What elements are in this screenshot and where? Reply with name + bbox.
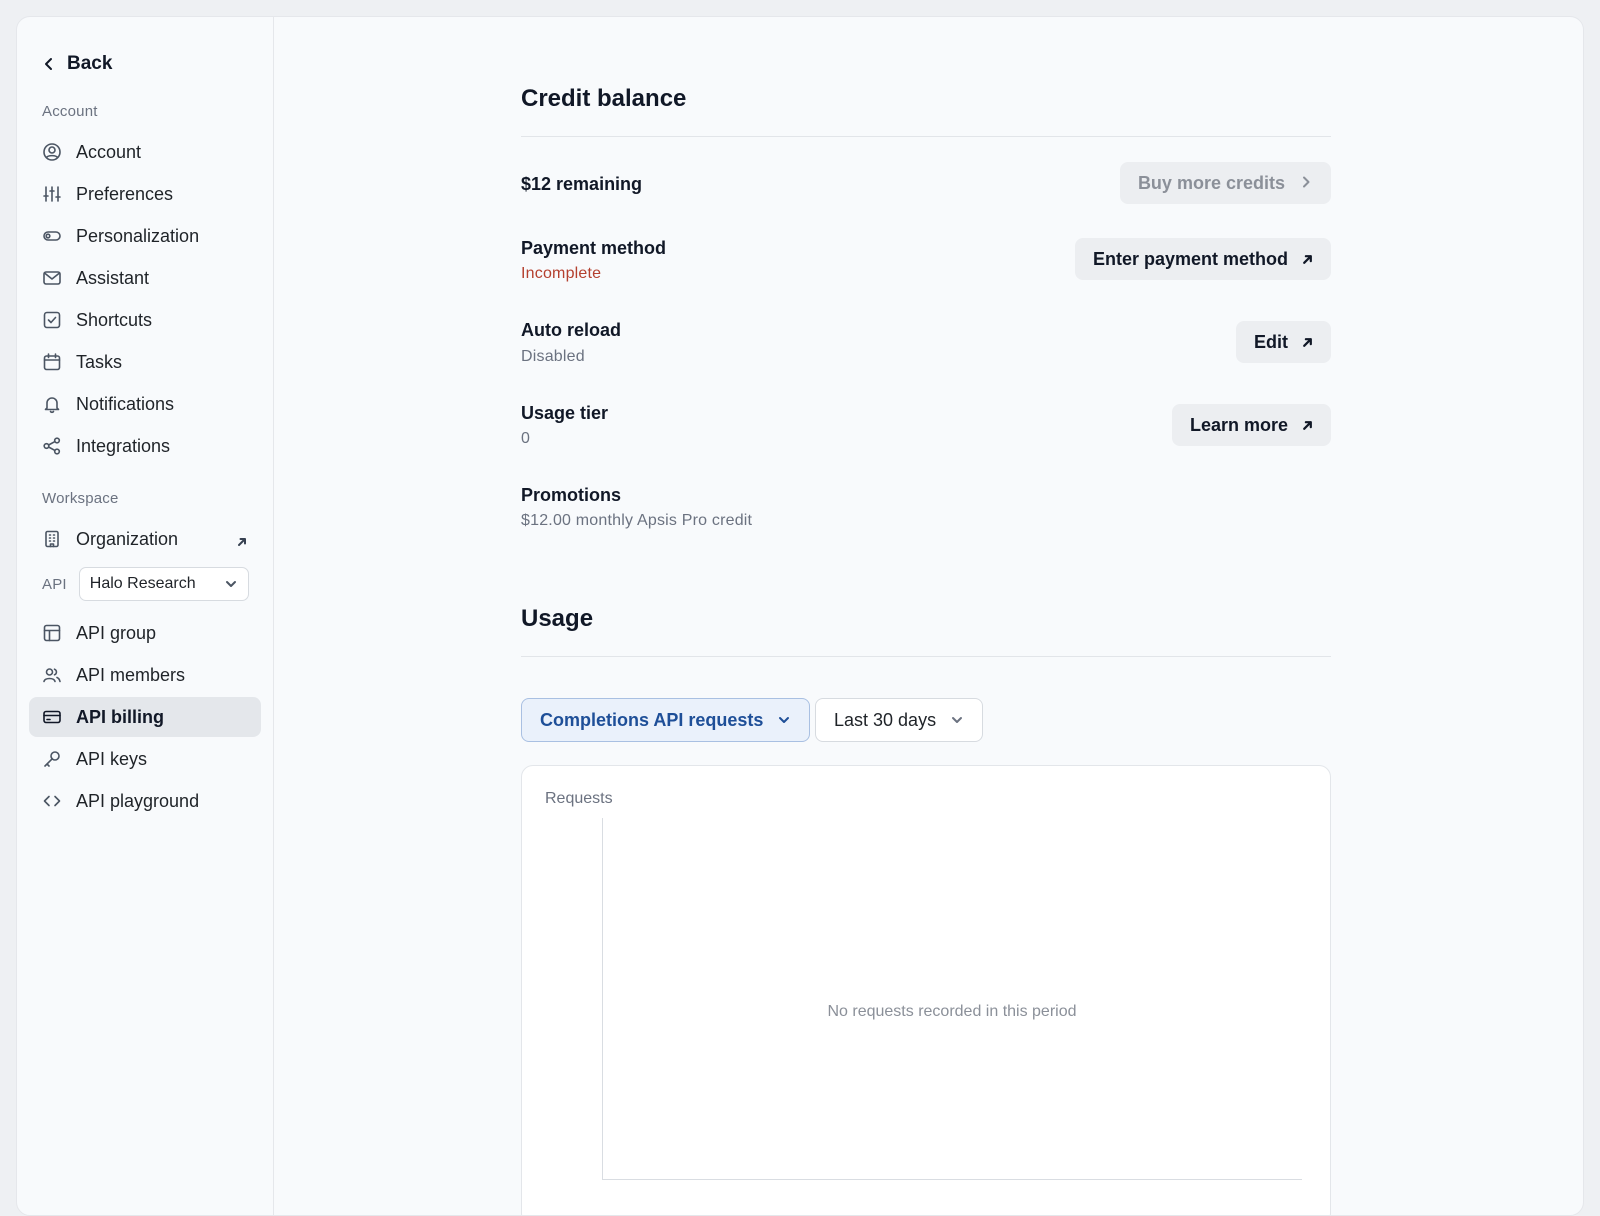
sidebar-item-label: Shortcuts xyxy=(76,309,153,330)
enter-payment-method-label: Enter payment method xyxy=(1092,248,1288,269)
learn-more-label: Learn more xyxy=(1189,414,1288,435)
main-content: Credit balance $12 remaining Buy more cr… xyxy=(274,17,1583,1215)
sliders-icon xyxy=(43,186,61,202)
user-circle-icon xyxy=(43,143,61,161)
sidebar-item-label: Preferences xyxy=(76,183,174,204)
external-link-icon xyxy=(1302,249,1313,270)
metric-dropdown[interactable]: Completions API requests xyxy=(521,698,811,742)
buy-credits-button[interactable]: Buy more credits xyxy=(1119,162,1331,204)
share-icon xyxy=(43,437,61,455)
checkbox-icon xyxy=(43,311,61,329)
sidebar-item-api-group[interactable]: API group xyxy=(29,613,261,653)
api-group-select[interactable]: Halo Research xyxy=(78,567,249,601)
section-label-workspace: Workspace xyxy=(42,490,119,507)
requests-chart: No requests recorded in this period xyxy=(602,818,1302,1180)
sidebar-item-api-billing[interactable]: API billing xyxy=(29,697,261,737)
key-icon xyxy=(44,751,60,767)
metric-dropdown-value: Completions API requests xyxy=(540,709,764,730)
sidebar-item-label: API group xyxy=(76,622,157,643)
credit-remaining: $12 remaining xyxy=(521,174,643,194)
payment-method-status: Incomplete xyxy=(521,265,602,282)
buy-credits-label: Buy more credits xyxy=(1137,172,1285,193)
sidebar-item-label: Account xyxy=(76,141,142,162)
enter-payment-method-button[interactable]: Enter payment method xyxy=(1074,238,1331,280)
sidebar-item-notifications[interactable]: Notifications xyxy=(29,384,261,424)
api-group-select-value: Halo Research xyxy=(89,575,196,592)
code-icon xyxy=(43,795,61,807)
external-link-icon xyxy=(237,531,247,546)
sidebar: Back Account Account Preferences Persona… xyxy=(17,17,274,1215)
usage-title: Usage xyxy=(521,605,594,632)
edit-label: Edit xyxy=(1254,331,1288,352)
chart-empty-message: No requests recorded in this period xyxy=(827,1003,1077,1020)
back-button[interactable]: Back xyxy=(29,49,261,79)
sidebar-item-label: API keys xyxy=(76,748,148,769)
building-icon xyxy=(45,530,59,548)
date-range-dropdown[interactable]: Last 30 days xyxy=(815,698,984,742)
usage-tier-value: 0 xyxy=(521,430,531,447)
layout-icon xyxy=(43,624,61,642)
credit-card-icon xyxy=(43,710,61,724)
chart-y-axis xyxy=(602,818,603,1180)
chevron-left-icon xyxy=(45,58,52,70)
sidebar-item-preferences[interactable]: Preferences xyxy=(29,174,261,214)
sidebar-item-api-members[interactable]: API members xyxy=(29,655,261,695)
api-selector-row: API Halo Research xyxy=(29,567,261,601)
section-label-account: Account xyxy=(42,103,98,120)
section-label-api: API xyxy=(42,575,67,593)
settings-window: Back Account Account Preferences Persona… xyxy=(16,16,1584,1216)
sidebar-item-label: API billing xyxy=(76,706,164,727)
auto-reload-title: Auto reload xyxy=(521,320,622,340)
sidebar-item-api-keys[interactable]: API keys xyxy=(29,739,261,779)
external-link-icon xyxy=(1302,415,1313,436)
promotions-title: Promotions xyxy=(521,485,622,505)
sidebar-item-label: API members xyxy=(76,664,186,685)
sidebar-item-personalization[interactable]: Personalization xyxy=(29,216,261,256)
sidebar-item-label: Integrations xyxy=(76,435,171,456)
sidebar-item-label: Tasks xyxy=(76,351,123,372)
sidebar-item-label: Organization xyxy=(76,528,179,549)
bell-icon xyxy=(44,397,60,414)
external-link-icon xyxy=(1302,332,1313,353)
sidebar-item-tasks[interactable]: Tasks xyxy=(29,342,261,382)
sidebar-item-label: Personalization xyxy=(76,225,200,246)
learn-more-button[interactable]: Learn more xyxy=(1171,404,1331,446)
auto-reload-status: Disabled xyxy=(521,348,585,365)
chart-x-axis xyxy=(602,1179,1302,1180)
date-range-value: Last 30 days xyxy=(834,709,937,730)
sidebar-item-integrations[interactable]: Integrations xyxy=(29,426,261,466)
back-label: Back xyxy=(67,53,113,74)
promotions-value: $12.00 monthly Apsis Pro credit xyxy=(521,512,753,529)
chevron-right-icon xyxy=(1299,173,1313,194)
sidebar-item-label: Assistant xyxy=(76,267,150,288)
users-icon xyxy=(43,668,61,683)
mail-icon xyxy=(43,271,61,285)
section-divider xyxy=(521,656,1331,657)
sidebar-item-shortcuts[interactable]: Shortcuts xyxy=(29,300,261,340)
calendar-icon xyxy=(43,353,61,371)
usage-tier-title: Usage tier xyxy=(521,403,609,423)
chart-title: Requests xyxy=(545,790,613,807)
payment-method-title: Payment method xyxy=(521,238,667,258)
chevron-down-icon xyxy=(777,713,791,727)
section-divider xyxy=(521,136,1331,137)
requests-chart-card: Requests No requests recorded in this pe… xyxy=(521,765,1331,1215)
sidebar-item-label: Notifications xyxy=(76,393,175,414)
sidebar-item-api-playground[interactable]: API playground xyxy=(29,781,261,821)
sidebar-item-organization[interactable]: Organization xyxy=(29,519,261,559)
toggle-icon xyxy=(43,231,61,241)
chevron-down-icon xyxy=(224,577,238,591)
edit-auto-reload-button[interactable]: Edit xyxy=(1236,321,1331,363)
chevron-down-icon xyxy=(950,713,964,727)
sidebar-item-label: API playground xyxy=(76,790,200,811)
sidebar-item-account[interactable]: Account xyxy=(29,132,261,172)
credit-balance-title: Credit balance xyxy=(521,85,687,112)
sidebar-item-assistant[interactable]: Assistant xyxy=(29,258,261,298)
